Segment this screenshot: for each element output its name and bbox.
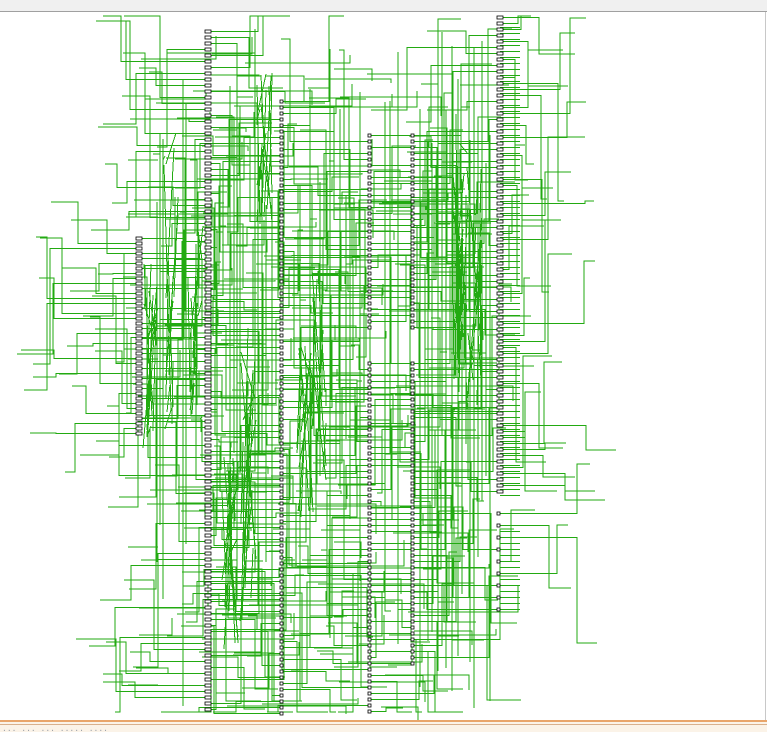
netlist-schematic-icon[interactable] xyxy=(0,12,767,720)
top-toolbar-strip xyxy=(0,0,767,12)
right-border xyxy=(765,12,766,720)
status-bar: ... ... ... ..... .... xyxy=(0,720,767,733)
status-bar-accent xyxy=(0,724,767,725)
schematic-canvas[interactable] xyxy=(0,12,767,720)
